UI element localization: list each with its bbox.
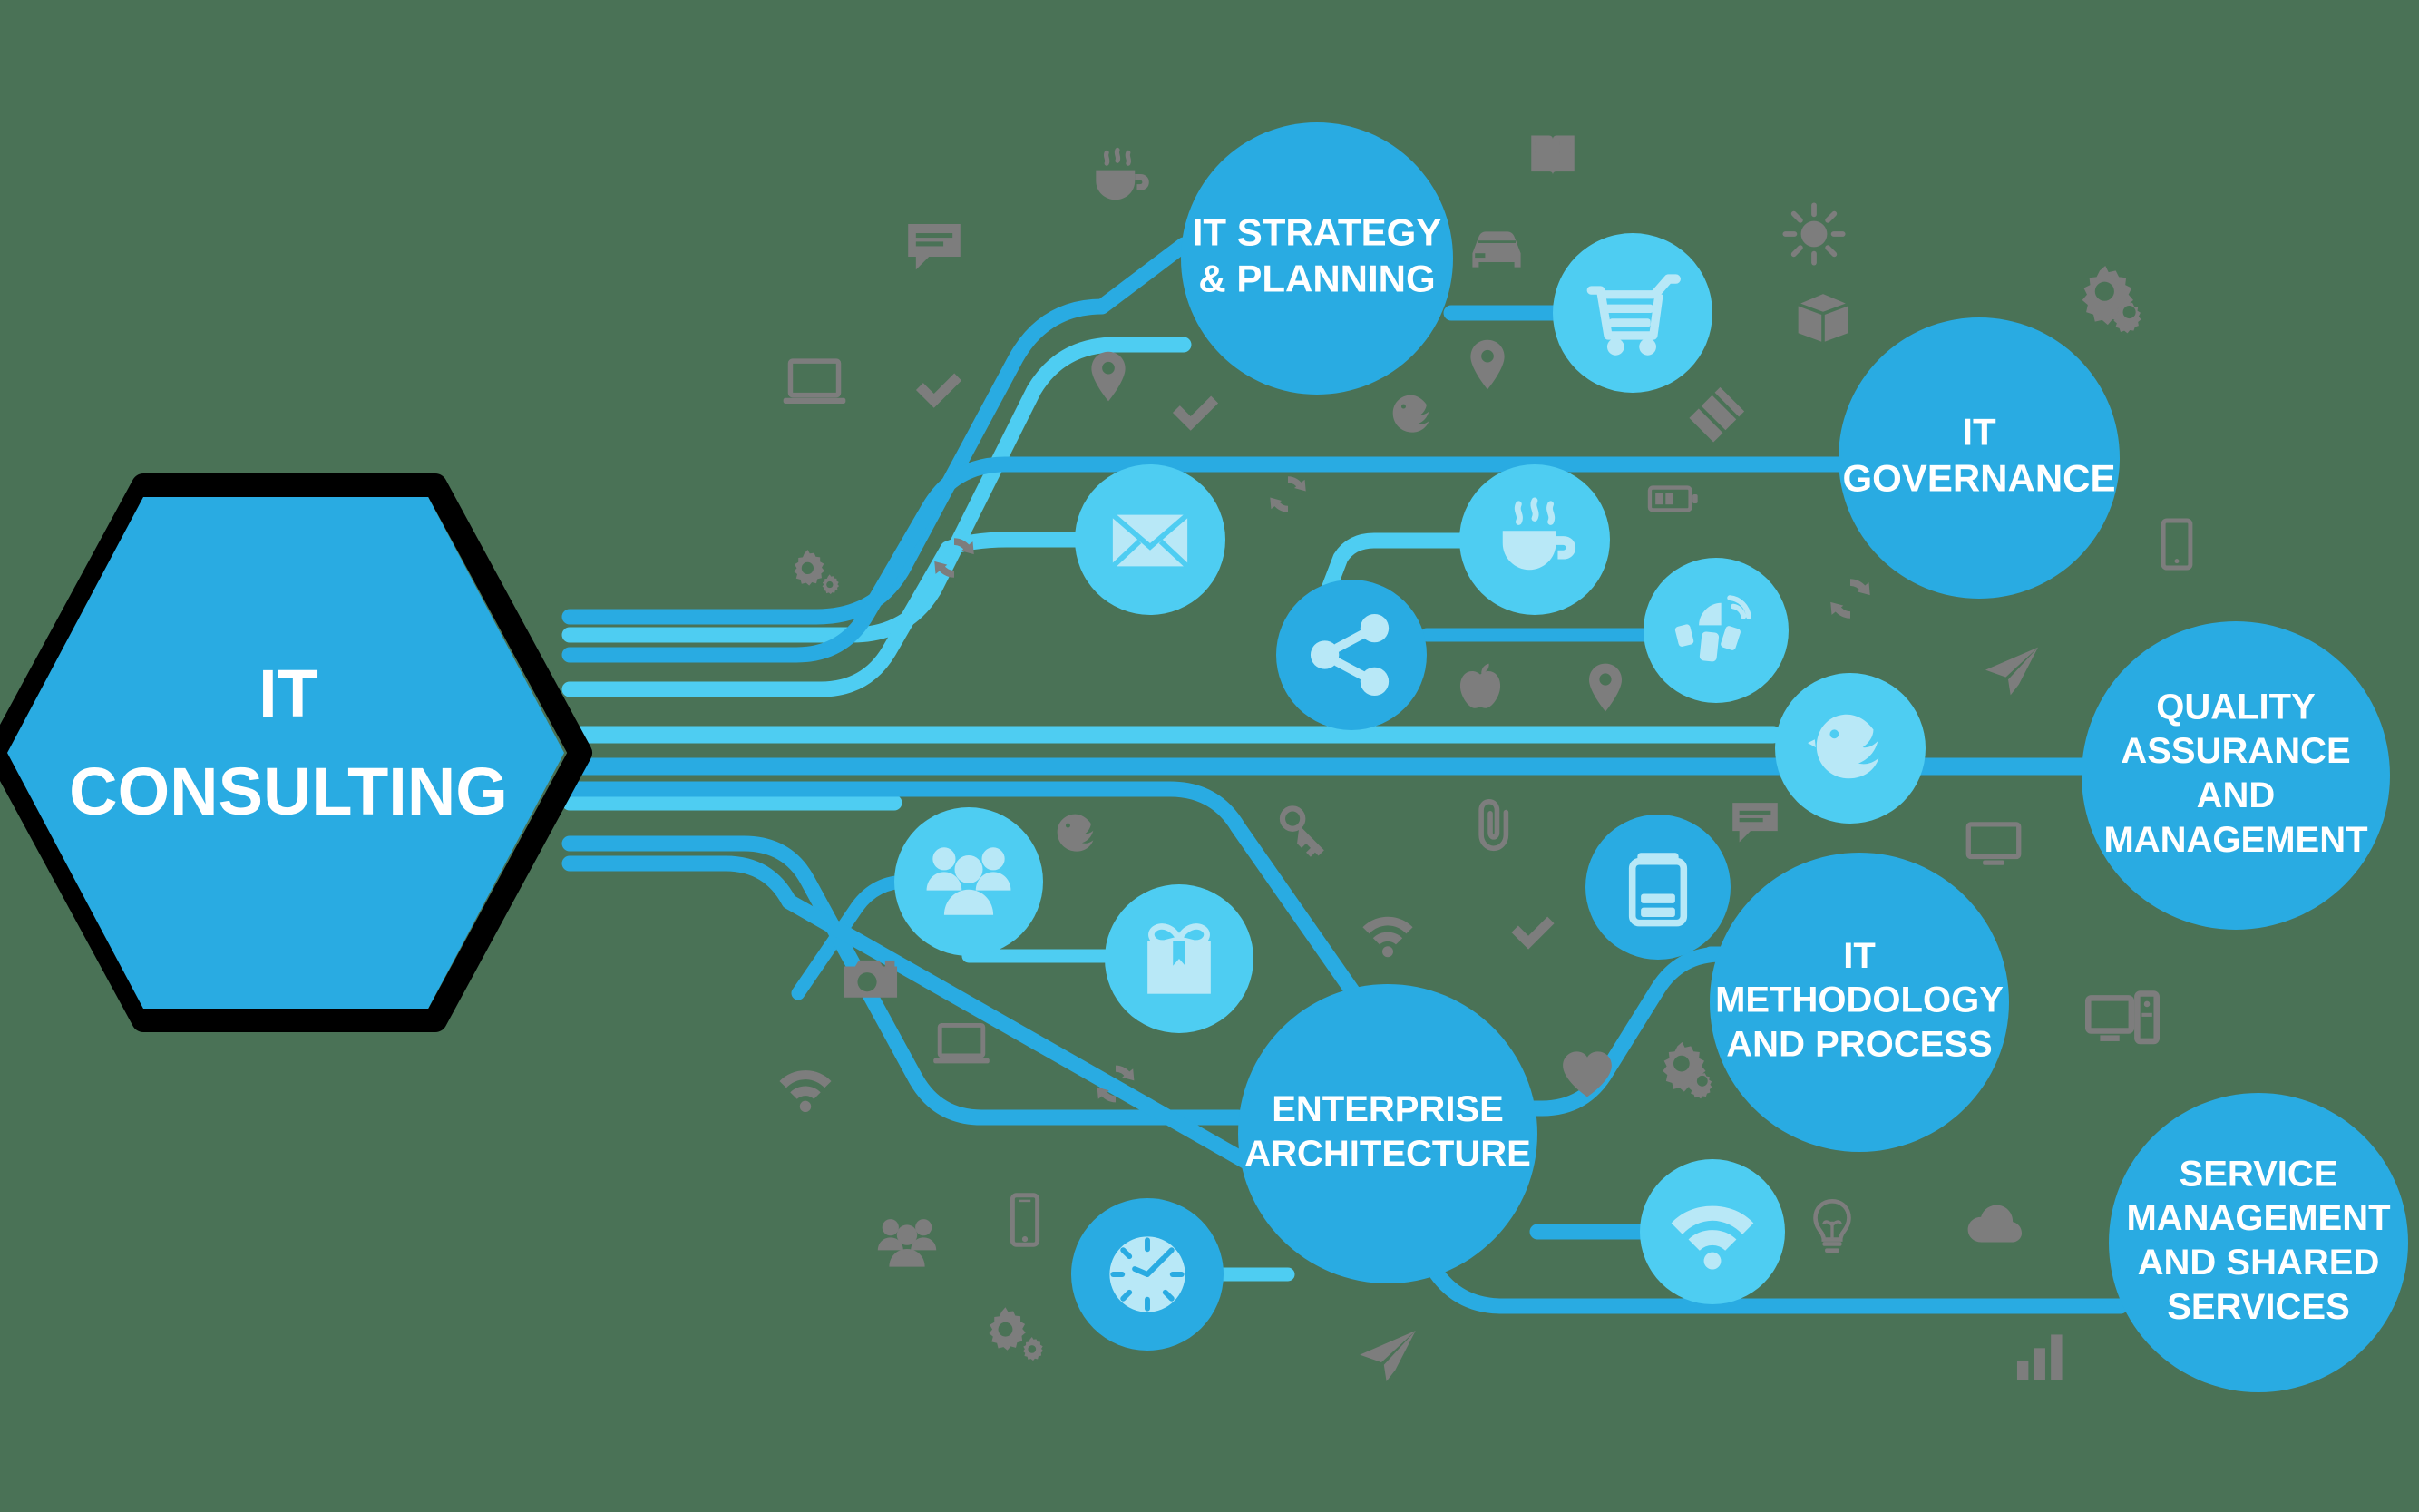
branch-label-line: SERVICE (2180, 1154, 2338, 1194)
paper-plane-icon (1360, 1331, 1416, 1381)
branch-node-service-management-shared-services[interactable]: SERVICEMANAGEMENT AND SHAREDSERVICES (2109, 1093, 2408, 1392)
icon-node-share[interactable] (1276, 580, 1427, 730)
chat-bubble-icon (1732, 803, 1778, 843)
cloud-icon (1967, 1205, 2023, 1243)
icon-node-bird[interactable] (1775, 673, 1926, 824)
it-consulting-hub[interactable]: IT CONSULTING (0, 473, 592, 1032)
icon-node-shopping-cart[interactable] (1553, 233, 1712, 393)
pen-icon (1689, 386, 1745, 443)
icon-node-circle (1644, 558, 1789, 703)
branch-label-line: QUALITY (2156, 687, 2316, 727)
lightbulb-icon (1816, 1201, 1849, 1253)
clock-icon (1109, 1236, 1185, 1312)
heart-icon (1563, 1051, 1612, 1097)
envelope-icon (1110, 512, 1190, 569)
key-icon (1283, 808, 1324, 856)
branch-node-enterprise-architecture[interactable]: ENTERPRISE ARCHITECTURE (1238, 984, 1537, 1283)
smartphone-icon (1012, 1195, 1037, 1245)
branch-label-line: IT (1962, 410, 1996, 453)
icon-node-circle (1585, 815, 1731, 960)
icon-node-battery[interactable] (1585, 815, 1731, 960)
laptop-icon (933, 1025, 990, 1063)
location-pin-icon (1470, 339, 1505, 390)
battery-icon (1650, 488, 1698, 511)
people-icon (877, 1219, 937, 1267)
branch-label-line: ARCHITECTURE (1244, 1134, 1531, 1174)
branch-label-line: AND SHARED (2138, 1243, 2380, 1283)
icon-node-coffee-cup[interactable] (1459, 464, 1610, 615)
gears-icon (2082, 266, 2141, 334)
icon-node-satellite-dish[interactable] (1644, 558, 1789, 703)
branch-label-line: AND (2197, 776, 2276, 815)
branch-node-quality-assurance-management[interactable]: QUALITYASSURANCE AND MANAGEMENT (2082, 621, 2390, 930)
branch-label-line: METHODOLOGY (1715, 980, 2004, 1020)
location-pin-icon (1589, 663, 1622, 712)
hub-label-line1: IT (258, 656, 318, 731)
checkmark-icon (1511, 916, 1555, 950)
box-icon (1796, 292, 1850, 345)
icon-node-circle (1553, 233, 1712, 393)
chat-bubble-icon (908, 223, 961, 270)
branch-label-line: AND PROCESS (1726, 1024, 1992, 1064)
branch-label-line: GOVERNANCE (1842, 457, 2115, 500)
bar-chart-icon (2016, 1334, 2063, 1380)
paperclip-icon (1481, 802, 1506, 848)
icon-node-gift-box[interactable] (1105, 884, 1253, 1033)
bird-icon (1392, 395, 1429, 433)
laptop-icon (784, 361, 846, 404)
icon-node-clock[interactable] (1071, 1198, 1224, 1351)
monitor-icon (1968, 824, 2018, 865)
infographic-canvas: IT STRATEGY & PLANNING IT GOVERNANCE QUALITY… (0, 0, 2419, 1512)
location-pin-icon (1091, 351, 1126, 402)
branch-label-line: IT STRATEGY (1193, 210, 1442, 253)
wifi-icon (1362, 916, 1413, 958)
icon-node-circle (1276, 580, 1427, 730)
branch-label-line: ENTERPRISE (1272, 1089, 1504, 1129)
refresh-icon (1830, 579, 1870, 619)
checkmark-icon (915, 373, 962, 408)
bird-icon (1057, 814, 1094, 852)
icon-node-envelope[interactable] (1075, 464, 1225, 615)
branch-label-line: & PLANNING (1198, 258, 1435, 300)
gears-small-icon (794, 550, 840, 595)
hub-label-line2: CONSULTING (69, 754, 508, 829)
sun-icon (1785, 205, 1842, 262)
icon-node-wifi[interactable] (1640, 1159, 1785, 1304)
branch-label-line: IT (1843, 936, 1876, 976)
branch-node-it-methodology-process[interactable]: ITMETHODOLOGYAND PROCESS (1710, 853, 2009, 1152)
branch-label-line: MANAGEMENT (2103, 820, 2367, 860)
apple-icon (1459, 663, 1501, 708)
car-icon (1472, 231, 1521, 268)
checkmark-icon (1172, 395, 1219, 431)
branch-label-line: ASSURANCE (2121, 731, 2350, 771)
coffee-cup-icon (1096, 150, 1148, 200)
icon-node-people-group[interactable] (894, 807, 1043, 956)
paper-plane-icon (1985, 647, 2039, 696)
tablet-icon (2163, 521, 2190, 568)
it-consulting-mindmap: IT STRATEGY& PLANNINGITGOVERNANCEQUALITY… (0, 122, 2408, 1392)
branch-label-line: SERVICES (2167, 1287, 2350, 1327)
book-icon (1531, 135, 1575, 176)
branch-node-it-strategy-planning[interactable]: IT STRATEGY & PLANNING (1181, 122, 1453, 395)
branch-node-it-governance[interactable]: ITGOVERNANCE (1839, 317, 2120, 599)
desktop-pc-icon (2088, 993, 2156, 1040)
branch-label-line: MANAGEMENT (2126, 1198, 2390, 1238)
